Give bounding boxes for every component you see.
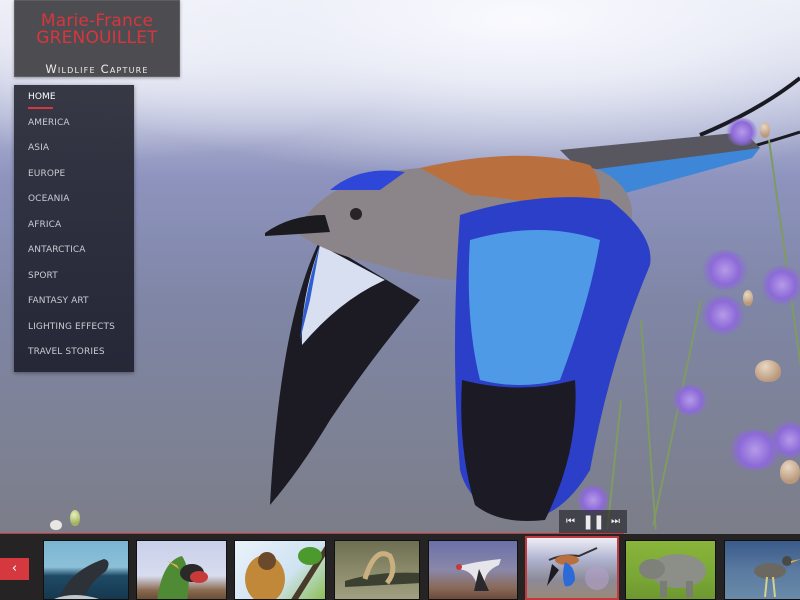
langur-thumbnail-art xyxy=(245,546,325,599)
flower-bud xyxy=(50,520,62,530)
heron-thumbnail-art xyxy=(754,556,800,598)
thumbnail-rhino[interactable] xyxy=(625,540,716,600)
pause-icon[interactable]: ❚❚ xyxy=(582,515,604,529)
aracari-thumbnail-art xyxy=(157,556,208,599)
nav-item-label: SPORT xyxy=(28,270,58,281)
nav-item-label: HOME xyxy=(28,92,56,102)
nav-item-africa[interactable]: AFRICA xyxy=(14,219,134,245)
flower-bud xyxy=(743,290,753,306)
slideshow-progress-fill xyxy=(0,533,624,534)
nav-item-label: TRAVEL STORIES xyxy=(28,347,105,357)
crane-thumbnail-art xyxy=(456,559,501,591)
flower-bud xyxy=(780,460,800,484)
flower xyxy=(700,250,750,290)
nav-item-label: AMERICA xyxy=(28,117,70,128)
nav-item-asia[interactable]: ASIA xyxy=(14,142,134,168)
thumbnail-crane[interactable] xyxy=(428,540,518,600)
nav-item-america[interactable]: AMERICA xyxy=(14,117,134,143)
flower xyxy=(670,385,710,415)
thumbnail-heron[interactable] xyxy=(724,540,800,600)
roller-thumbnail-art xyxy=(547,547,609,590)
site-tagline: Wildlife Capture xyxy=(45,62,149,76)
skip-back-icon[interactable]: ⏮ xyxy=(566,516,575,527)
flower xyxy=(700,295,746,335)
slideshow-progress-bar xyxy=(0,533,800,534)
thumbnail-prev-button[interactable]: ‹ xyxy=(0,558,29,580)
nav-item-travel-stories[interactable]: TRAVEL STORIES xyxy=(14,346,134,372)
flower-bud xyxy=(755,360,781,382)
thumbnail-langur[interactable] xyxy=(234,540,326,600)
nav-item-label: LIGHTING EFFECTS xyxy=(28,321,115,332)
nav-item-label: OCEANIA xyxy=(28,194,70,204)
nav-item-home[interactable]: HOME xyxy=(14,91,134,117)
nav-item-label: ANTARCTICA xyxy=(28,245,86,255)
main-navigation: HOME AMERICA ASIA EUROPE OCEANIA AFRICA … xyxy=(14,85,134,372)
nav-item-antarctica[interactable]: ANTARCTICA xyxy=(14,244,134,270)
bird-eye xyxy=(350,208,362,220)
chevron-left-icon: ‹ xyxy=(11,561,18,576)
flower xyxy=(760,265,800,305)
site-logo[interactable]: Marie-France GRENOUILLET Wildlife Captur… xyxy=(14,0,180,77)
thumbnail-whale[interactable] xyxy=(43,540,129,600)
nav-item-lighting-effects[interactable]: LIGHTING EFFECTS xyxy=(14,321,134,347)
nav-item-fantasy-art[interactable]: FANTASY ART xyxy=(14,295,134,321)
whale-thumbnail-art xyxy=(54,559,109,599)
thumbnail-crocodile[interactable] xyxy=(334,540,420,600)
thumbnail-aracari[interactable] xyxy=(136,540,227,600)
flower-bud xyxy=(70,510,80,526)
rhino-thumbnail-art xyxy=(639,554,706,597)
nav-item-sport[interactable]: SPORT xyxy=(14,270,134,296)
thumbnail-roller[interactable] xyxy=(525,536,619,600)
nav-item-europe[interactable]: EUROPE xyxy=(14,168,134,194)
flower xyxy=(725,118,759,146)
nav-item-label: AFRICA xyxy=(28,219,62,230)
slideshow-controls: ⏮ ❚❚ ⏭ xyxy=(559,510,627,533)
crocodile-thumbnail-art xyxy=(345,551,419,587)
nav-item-label: ASIA xyxy=(28,143,50,153)
skip-forward-icon[interactable]: ⏭ xyxy=(611,516,620,527)
active-indicator xyxy=(28,107,53,109)
nav-item-label: EUROPE xyxy=(28,168,66,179)
site-title-lastname: GRENOUILLET xyxy=(36,28,158,48)
nav-item-label: FANTASY ART xyxy=(28,296,89,306)
flower-bud xyxy=(760,122,770,138)
nav-item-oceania[interactable]: OCEANIA xyxy=(14,193,134,219)
